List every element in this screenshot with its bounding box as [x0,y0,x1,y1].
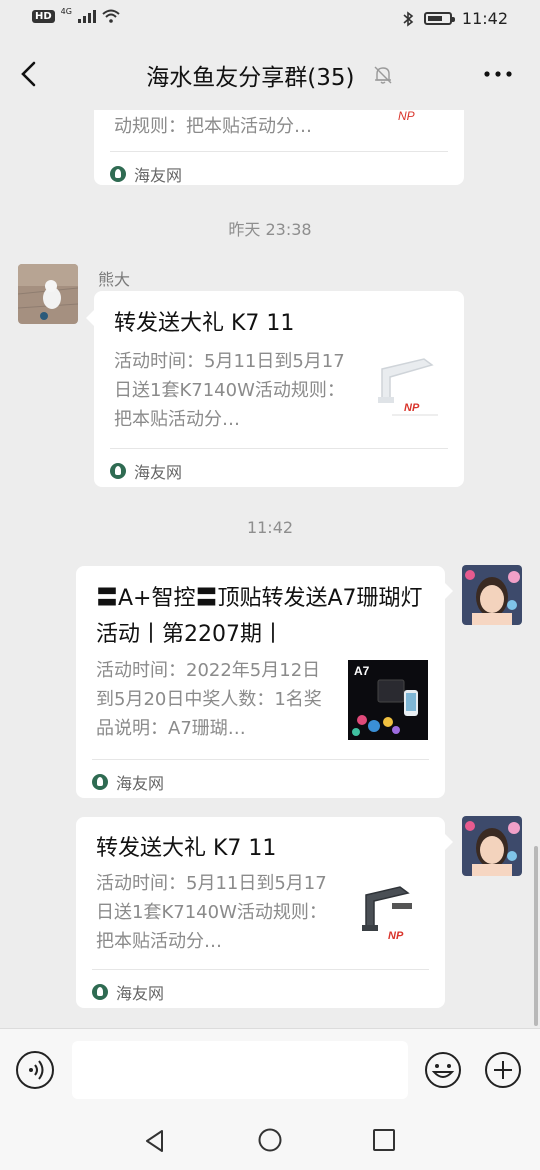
sender-name: 熊大 [98,270,131,289]
source-logo-icon [92,774,108,790]
card-source: 海友网 [110,162,182,186]
card-description: 活动时间：5月11日到5月17日送1套K7140W活动规则：把本贴活动分… [114,351,345,430]
chat-timestamp: 11:42 [246,518,294,537]
source-logo-icon [92,984,108,1000]
system-nav-bar [0,1110,540,1170]
link-card-partial[interactable]: 动规则：把本贴活动分… NP 海友网 [94,110,464,185]
link-card[interactable]: 〓A+智控〓顶贴转发送A7珊瑚灯活动丨第2207期丨 活动时间：2022年5月1… [76,566,445,798]
status-time: 11:42 [461,9,508,28]
card-source-label: 海友网 [134,166,183,185]
nav-home-circle-icon[interactable] [257,1127,283,1153]
card-title: 〓A+智控〓顶贴转发送A7珊瑚灯活动丨第2207期丨 [96,586,423,647]
card-divider [92,969,429,970]
hd-badge: HD [32,9,55,23]
link-card[interactable]: 转发送大礼 K7 11 活动时间：5月11日到5月17日送1套K7140W活动规… [94,291,464,487]
nav-back-triangle-icon[interactable] [142,1128,168,1154]
avatar-self[interactable] [462,816,522,876]
battery-icon [423,12,455,25]
card-source: 海友网 [110,459,182,483]
card-title: 转发送大礼 K7 11 [96,836,277,861]
status-bar: HD 4G 11:42 [0,0,540,38]
chat-title-text: 海水鱼友分享群(35) [146,65,355,91]
mute-bell-icon [374,66,392,84]
card-thumbnail: NP [398,110,415,123]
voice-input-button[interactable] [16,1051,54,1089]
avatar[interactable] [18,264,78,324]
svg-text:NP: NP [398,110,415,123]
nav-recent-square-icon[interactable] [372,1128,396,1152]
bubble-tail [445,583,453,599]
bubble-tail [86,310,94,326]
thumb-label: A7 [354,664,370,678]
voice-icon [29,1060,44,1080]
avatar-image [462,565,522,625]
card-description: 活动时间：2022年5月12日到5月20日中奖人数：1名奖品说明：A7珊瑚… [96,660,322,739]
avatar-image [18,264,78,324]
card-source-label: 海友网 [116,984,165,1003]
bubble-tail [445,834,453,850]
svg-text:NP: NP [404,402,420,414]
card-divider [92,759,429,760]
avatar-image [462,816,522,876]
chat-title: 海水鱼友分享群(35) [0,58,540,92]
svg-text:NP: NP [388,930,404,942]
emoji-button-icon[interactable] [424,1051,462,1089]
chat-message-list[interactable]: 动规则：把本贴活动分… NP 海友网 昨天 23:38 熊大 转发送大礼 K7 … [0,110,540,1028]
bluetooth-icon [403,10,414,27]
chat-header: 海水鱼友分享群(35) [0,38,540,110]
card-source: 海友网 [92,980,164,1004]
card-source-label: 海友网 [134,463,183,482]
message-input[interactable] [72,1041,408,1099]
card-thumbnail: NP [364,351,444,431]
input-bar [0,1028,540,1110]
more-dots-icon[interactable] [482,62,514,86]
source-logo-icon [110,166,126,182]
source-logo-icon [110,463,126,479]
wifi-icon [102,9,120,23]
scrollbar[interactable] [534,846,538,1026]
chat-timestamp: 昨天 23:38 [228,220,312,239]
network-type: 4G [60,7,72,16]
signal-icon [77,9,96,23]
card-title: 转发送大礼 K7 11 [114,311,295,336]
card-description: 活动时间：5月11日到5月17日送1套K7140W活动规则：把本贴活动分… [96,873,327,952]
avatar-self[interactable] [462,565,522,625]
card-thumbnail: NP [348,873,428,953]
card-source: 海友网 [92,770,164,794]
card-thumbnail: A7 [348,660,428,740]
more-actions-plus-icon[interactable] [484,1051,522,1089]
card-description: 动规则：把本贴活动分… [114,116,312,137]
card-divider [110,448,448,449]
card-divider [110,151,448,152]
link-card[interactable]: 转发送大礼 K7 11 活动时间：5月11日到5月17日送1套K7140W活动规… [76,817,445,1008]
card-source-label: 海友网 [116,774,165,793]
